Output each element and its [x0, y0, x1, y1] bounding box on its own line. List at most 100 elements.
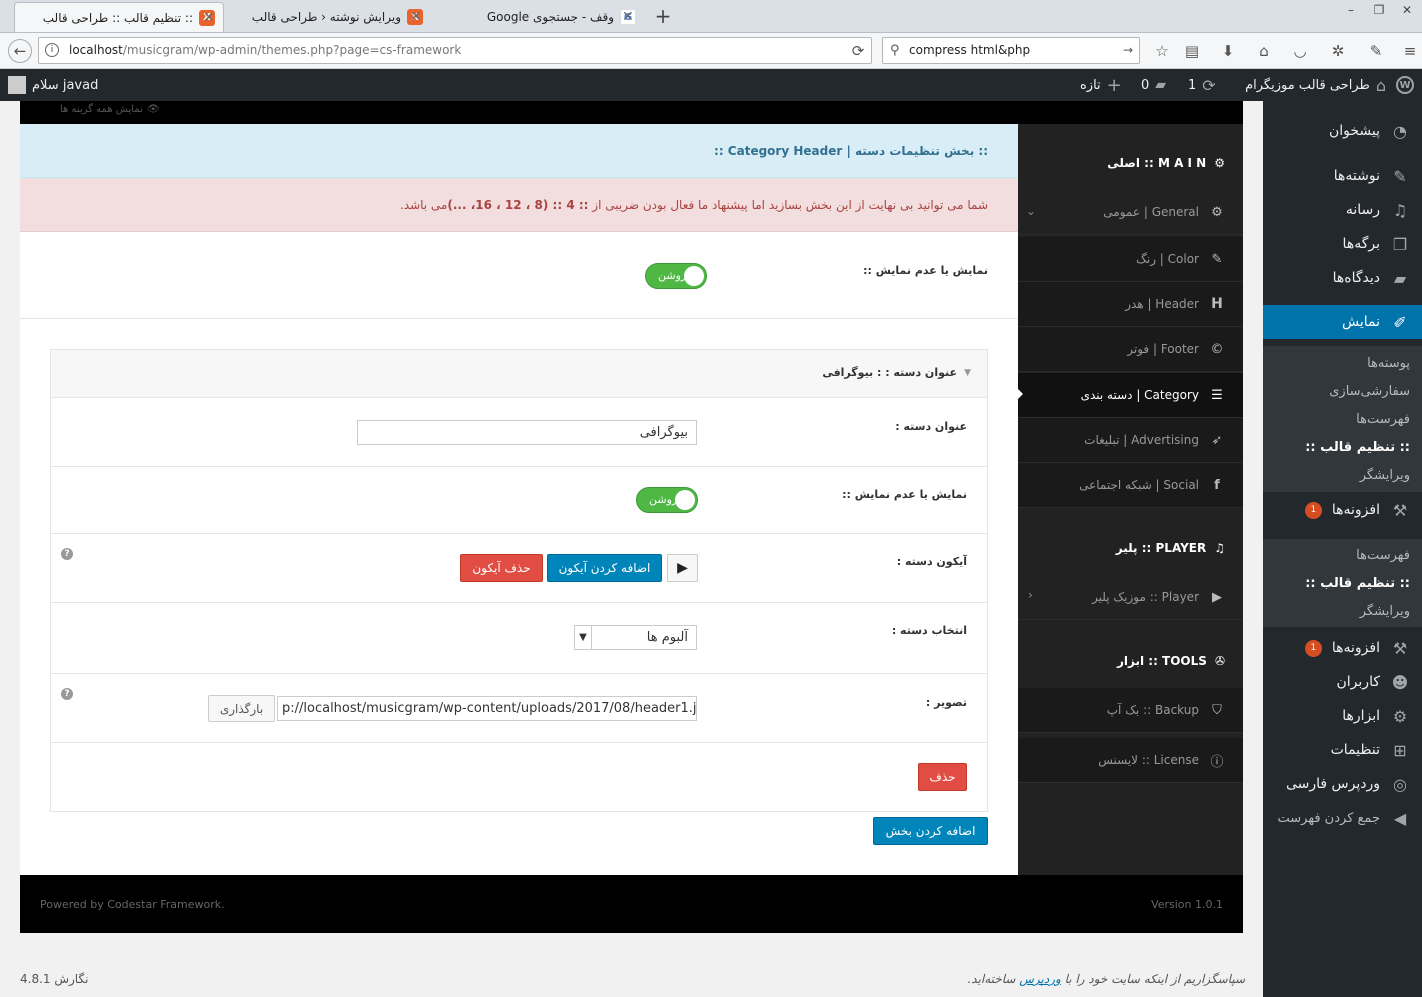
sidebar-item-appearance[interactable]: ✐ نمایش [1263, 305, 1422, 339]
minimize-window-icon[interactable]: – [1340, 2, 1362, 18]
current-arrow-icon [1255, 314, 1263, 330]
wordpress-link[interactable]: وردپرس [1019, 972, 1061, 986]
submenu-item-current[interactable]: :: تنظیم قالب :: [1263, 433, 1422, 461]
sidebar-item-comments[interactable]: ▰ دیدگاه‌ها [1263, 261, 1422, 295]
submenu-item[interactable]: فهرست‌ها [1263, 541, 1422, 569]
extension-icon[interactable]: ✲ [1326, 39, 1350, 63]
sidebar-item-media[interactable]: ♫ رسانه [1263, 193, 1422, 227]
add-icon-button[interactable]: اضافه کردن آیکون [547, 554, 662, 582]
downloads-icon[interactable]: ⬇ [1216, 39, 1240, 63]
sidebar-item-posts[interactable]: ✎ نوشته‌ها [1263, 159, 1422, 193]
help-icon[interactable]: ? [61, 688, 73, 700]
sidebar-item-tools[interactable]: ⚙ ابزارها [1263, 699, 1422, 733]
sidebar-item-plugins[interactable]: ⚒ افزونه‌ها 1 [1263, 493, 1422, 527]
cat-show-toggle[interactable]: روشن [636, 487, 698, 513]
nav-section-tools: ✇ TOOLS :: ابزار [1018, 641, 1243, 681]
nav-item-license[interactable]: ⓘ License :: لایسنس [1018, 738, 1243, 783]
submenu-item[interactable]: ویرایشگر [1263, 597, 1422, 625]
help-icon[interactable]: ? [61, 548, 73, 560]
browser-tab-active[interactable]: X :: تنظیم قالب :: طراحی قالب ✕ [14, 2, 224, 32]
toggle-knob [675, 490, 695, 510]
nav-item-advertising[interactable]: ➶ Advertising | تبلیغات [1018, 418, 1243, 463]
music-icon: ♫ [1214, 541, 1225, 555]
thanks-message: سپاسگزاریم از اینکه سایت خود را با وردپر… [967, 972, 1245, 986]
nav-item-color[interactable]: ✎ Color | رنگ [1018, 237, 1243, 282]
restore-window-icon[interactable]: ❐ [1368, 2, 1390, 18]
back-button-icon[interactable]: ← [8, 39, 32, 63]
sidebar-item-label: افزونه‌ها [1331, 502, 1380, 518]
menu-icon[interactable]: ≡ [1398, 39, 1422, 63]
pocket-icon[interactable]: ◡ [1288, 39, 1312, 63]
cat-select-dropdown[interactable]: آلبوم ها ▼ [574, 625, 697, 650]
sidebar-item-settings[interactable]: ⊞ تنظیمات [1263, 733, 1422, 767]
site-name-link[interactable]: ⌂ طراحی قالب موزیگرام [1245, 69, 1386, 101]
nav-item-category[interactable]: ☰ Category | دسته بندی [1018, 373, 1243, 418]
close-tab-icon[interactable]: ✕ [203, 10, 215, 26]
nav-item-social[interactable]: f Social | شبکه اجتماعی [1018, 463, 1243, 508]
sidebar-item-dashboard[interactable]: ◔ پیشخوان [1263, 114, 1422, 148]
url-bar[interactable]: i localhost/musicgram/wp-admin/themes.ph… [38, 37, 872, 64]
alert-bold: :: 4 :: (8 ، 12 ، 16، ...) [447, 197, 589, 212]
upload-button[interactable]: بارگذاری [208, 695, 275, 722]
group-header[interactable]: ▼ عنوان دسته : : بیوگرافی [51, 350, 987, 398]
nav-item-backup[interactable]: ⛉ Backup :: بک آپ [1018, 688, 1243, 733]
wordpress-logo-icon[interactable]: W [1396, 76, 1414, 94]
new-content-link[interactable]: تازه + [1080, 69, 1122, 101]
submenu-item[interactable]: سفارشی‌سازی [1263, 377, 1422, 405]
sidebar-item-pages[interactable]: ❐ برگه‌ها [1263, 227, 1422, 261]
users-icon: ☻ [1391, 672, 1409, 692]
submenu-item[interactable]: فهرست‌ها [1263, 405, 1422, 433]
browser-tab[interactable]: X ویرایش نوشته ‹ طراحی قالب ✕ [226, 2, 431, 32]
close-tab-icon[interactable]: ✕ [622, 9, 634, 25]
submenu-item[interactable]: ویرایشگر [1263, 461, 1422, 489]
bookmark-star-icon[interactable]: ☆ [1150, 39, 1174, 63]
reload-icon[interactable]: ⟳ [846, 39, 870, 63]
remove-icon-button[interactable]: حذف آیکون [460, 554, 543, 582]
close-window-icon[interactable]: ✕ [1396, 2, 1418, 18]
comments-link[interactable]: 0 ▰ [1141, 69, 1166, 101]
close-tab-icon[interactable]: ✕ [410, 9, 422, 25]
sidebar-item-wpfarsi[interactable]: ◎ وردپرس فارسی [1263, 767, 1422, 801]
search-bar[interactable]: ⚲ compress html&php → [882, 37, 1140, 64]
version-text: Version 1.0.1 [1151, 898, 1223, 911]
nav-item-general[interactable]: ⚙ General | عمومی ⌄ [1018, 190, 1243, 235]
plugins-update-badge: 1 [1304, 501, 1322, 519]
collapse-icon: ◀ [1393, 808, 1407, 828]
show-all-options-link[interactable]: 👁 نمایش همه گزینه ها [60, 104, 160, 115]
submenu-item[interactable]: پوسته‌ها [1263, 349, 1422, 377]
nav-item-header[interactable]: H Header | هدر [1018, 282, 1243, 327]
sidebar-item-plugins-2[interactable]: ⚒ افزونه‌ها 1 [1263, 631, 1422, 665]
browser-tab[interactable]: G وقف - جستجوی Google ✕ [434, 2, 644, 32]
add-section-button[interactable]: اضافه کردن بخش [873, 817, 988, 845]
my-account-link[interactable]: سلام javad [8, 69, 98, 101]
nav-item-label: Player :: موزیک پلیر [1092, 590, 1199, 604]
search-go-icon[interactable]: → [1123, 38, 1133, 63]
divider [51, 673, 987, 674]
image-url-value: p://localhost/musicgram/wp-content/uploa… [282, 701, 697, 716]
reading-list-icon[interactable]: ▤ [1180, 39, 1204, 63]
cat-title-input[interactable]: بیوگرافی [357, 420, 697, 445]
wp-footer: نگارش 4.8.1 سپاسگزاریم از اینکه سایت خود… [20, 970, 1245, 990]
nav-item-label: Social | شبکه اجتماعی [1079, 478, 1199, 492]
home-icon: ⌂ [1375, 75, 1386, 95]
rocket-icon: ➶ [1211, 432, 1223, 448]
image-url-input[interactable]: p://localhost/musicgram/wp-content/uploa… [277, 696, 697, 721]
collapse-menu-button[interactable]: ◀ جمع کردن فهرست [1263, 801, 1422, 835]
updates-link[interactable]: 1 ⟳ [1188, 69, 1216, 101]
home-icon[interactable]: ⌂ [1252, 39, 1276, 63]
avatar [8, 76, 26, 94]
collapse-label: جمع کردن فهرست [1277, 810, 1380, 826]
nav-item-label: Header | هدر [1125, 297, 1199, 311]
dropper-icon[interactable]: ✎ [1364, 39, 1388, 63]
url-path: /musicgram/wp-admin/themes.php?page=cs-f… [122, 43, 462, 57]
delete-button[interactable]: حذف [918, 763, 967, 791]
new-label: تازه [1080, 77, 1101, 93]
tab-title: ویرایش نوشته ‹ طراحی قالب [251, 10, 401, 24]
new-tab-icon[interactable]: + [652, 4, 674, 28]
submenu-item[interactable]: :: تنظیم قالب :: [1263, 569, 1422, 597]
sidebar-item-users[interactable]: ☻ کاربران [1263, 665, 1422, 699]
nav-item-player[interactable]: ▶ Player :: موزیک پلیر ‹ [1018, 575, 1243, 620]
nav-item-footer[interactable]: © Footer | فوتر [1018, 327, 1243, 372]
show-toggle-switch[interactable]: روشن [645, 263, 707, 289]
brush-icon: ✎ [1211, 251, 1223, 267]
